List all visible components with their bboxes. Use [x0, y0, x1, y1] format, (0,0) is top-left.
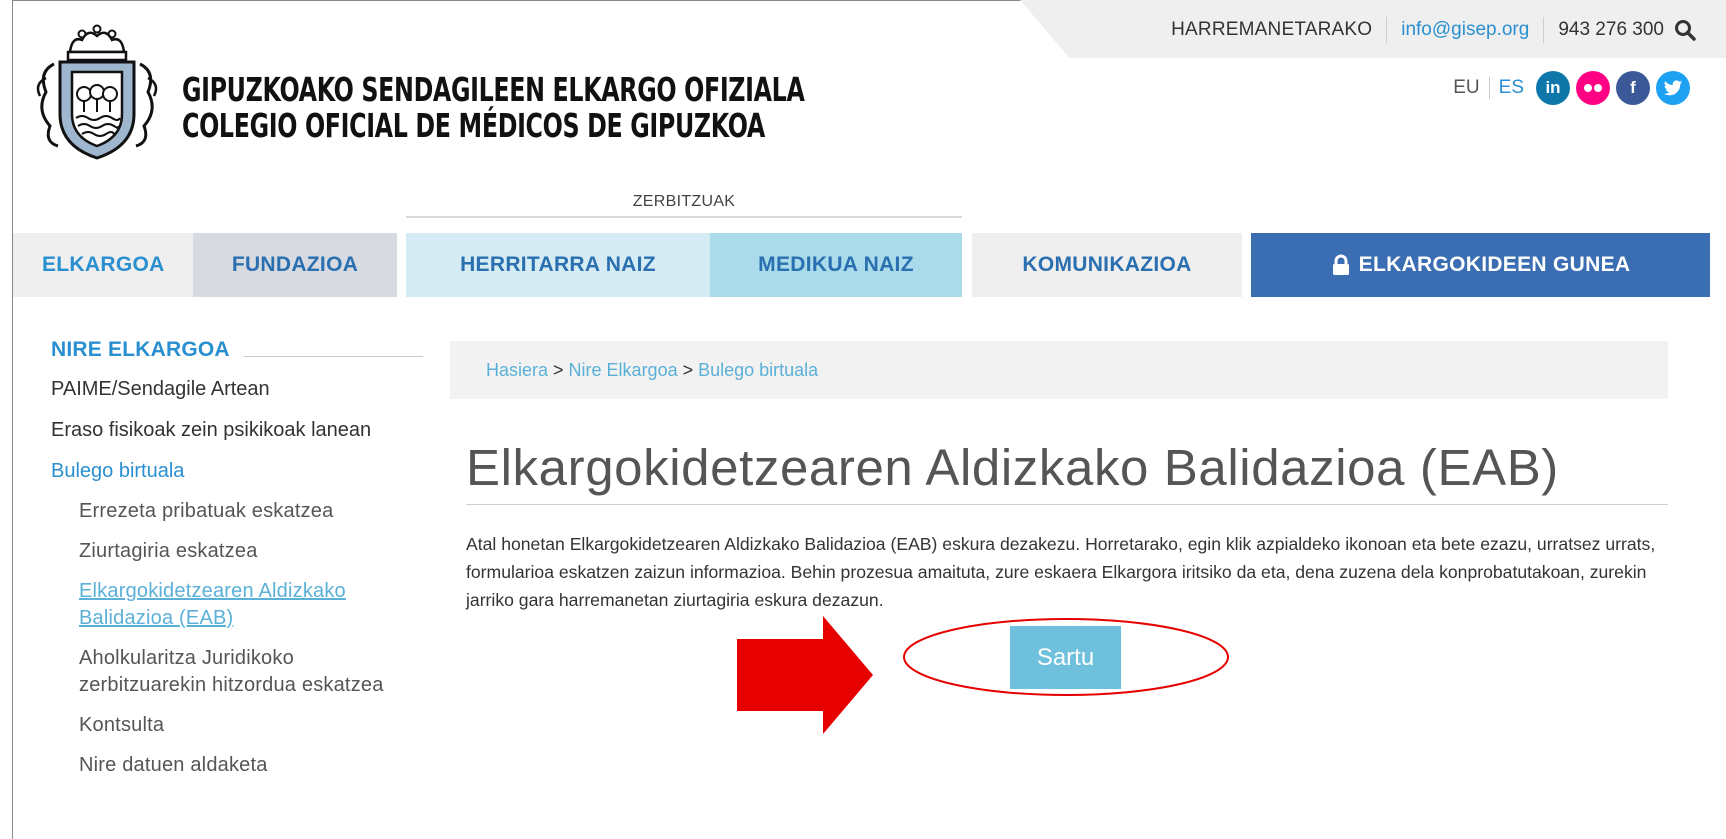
lang-eu[interactable]: EU — [1453, 77, 1479, 99]
nav-komunikazioa[interactable]: KOMUNIKAZIOA — [972, 233, 1242, 297]
twitter-icon[interactable] — [1656, 71, 1690, 105]
nav-elkargoa[interactable]: ELKARGOA — [13, 233, 193, 297]
sidebar: NIRE ELKARGOA PAIME/Sendagile Artean Era… — [51, 338, 423, 779]
lock-icon — [1332, 254, 1349, 275]
sidebar-item-eraso[interactable]: Eraso fisikoak zein psikikoak lanean — [51, 417, 423, 444]
divider — [466, 504, 1668, 505]
intro-paragraph: Atal honetan Elkargokidetzearen Aldizkak… — [466, 534, 1656, 610]
contact-label[interactable]: HARREMANETARAKO — [1171, 19, 1372, 41]
sidebar-item-bulego-birtuala[interactable]: Bulego birtuala — [51, 458, 423, 485]
page-title: Elkargokidetzearen Aldizkako Balidazioa … — [466, 439, 1559, 496]
sidebar-subitem-eab[interactable]: Elkargokidetzearen Aldizkako Balidazioa … — [51, 578, 423, 632]
divider — [1543, 17, 1545, 43]
breadcrumb-separator: > — [553, 359, 564, 380]
sidebar-subitem-datuen-aldaketa[interactable]: Nire datuen aldaketa — [51, 752, 423, 779]
sidebar-title: NIRE ELKARGOA — [51, 338, 423, 362]
breadcrumb: Hasiera > Nire Elkargoa > Bulego birtual… — [450, 341, 1668, 399]
search-icon[interactable] — [1674, 19, 1696, 41]
breadcrumb-home[interactable]: Hasiera — [486, 360, 548, 381]
nav-elkargokideen-gunea[interactable]: ELKARGOKIDEEN GUNEA — [1251, 233, 1710, 297]
linkedin-icon[interactable]: in — [1536, 71, 1570, 105]
breadcrumb-nire-elkargoa[interactable]: Nire Elkargoa — [569, 360, 678, 381]
email-link[interactable]: info@gisep.org — [1401, 19, 1529, 41]
twitter-bird-icon — [1663, 79, 1683, 95]
language-social-bar: EU ES in f — [1453, 71, 1690, 105]
breadcrumb-bulego-birtuala[interactable]: Bulego birtuala — [698, 360, 818, 381]
phone-number: 943 276 300 — [1558, 19, 1664, 40]
sidebar-subitem-kontsulta[interactable]: Kontsulta — [51, 712, 423, 739]
sidebar-title-label[interactable]: NIRE ELKARGOA — [51, 338, 230, 362]
brand-line-es: COLEGIO OFICIAL DE MÉDICOS DE GIPUZKOA — [182, 106, 765, 145]
nav-medikua-naiz[interactable]: MEDIKUA NAIZ — [710, 233, 962, 297]
facebook-icon[interactable]: f — [1616, 71, 1650, 105]
services-label: ZERBITZUAK — [632, 193, 736, 210]
divider — [406, 216, 962, 218]
divider — [243, 355, 423, 357]
nav-herritarra-naiz[interactable]: HERRITARRA NAIZ — [406, 233, 710, 297]
flickr-dots-icon — [1584, 84, 1602, 92]
nav-gunea-label: ELKARGOKIDEEN GUNEA — [1358, 253, 1631, 276]
brand-line-eu: GIPUZKOAKO SENDAGILEEN ELKARGO OFIZIALA — [182, 70, 805, 109]
flickr-icon[interactable] — [1576, 71, 1610, 105]
sidebar-subitem-aholkularitza[interactable]: Aholkularitza Juridikoko zerbitzuarekin … — [51, 645, 423, 699]
college-crest-logo[interactable] — [32, 22, 162, 164]
lang-es[interactable]: ES — [1499, 77, 1524, 99]
sartu-button[interactable]: Sartu — [1010, 626, 1121, 689]
divider — [1488, 77, 1490, 99]
nav-fundazioa[interactable]: FUNDAZIOA — [193, 233, 397, 297]
brand-name[interactable]: GIPUZKOAKO SENDAGILEEN ELKARGO OFIZIALA … — [182, 70, 805, 145]
contact-bar: HARREMANETARAKO info@gisep.org 943 276 3… — [1020, 0, 1726, 58]
divider — [1386, 17, 1388, 43]
breadcrumb-separator: > — [682, 359, 694, 380]
sidebar-item-paime[interactable]: PAIME/Sendagile Artean — [51, 376, 423, 403]
sidebar-subitem-ziurtagiria[interactable]: Ziurtagiria eskatzea — [51, 538, 423, 565]
sidebar-subitem-errezeta[interactable]: Errezeta pribatuak eskatzea — [51, 498, 423, 525]
